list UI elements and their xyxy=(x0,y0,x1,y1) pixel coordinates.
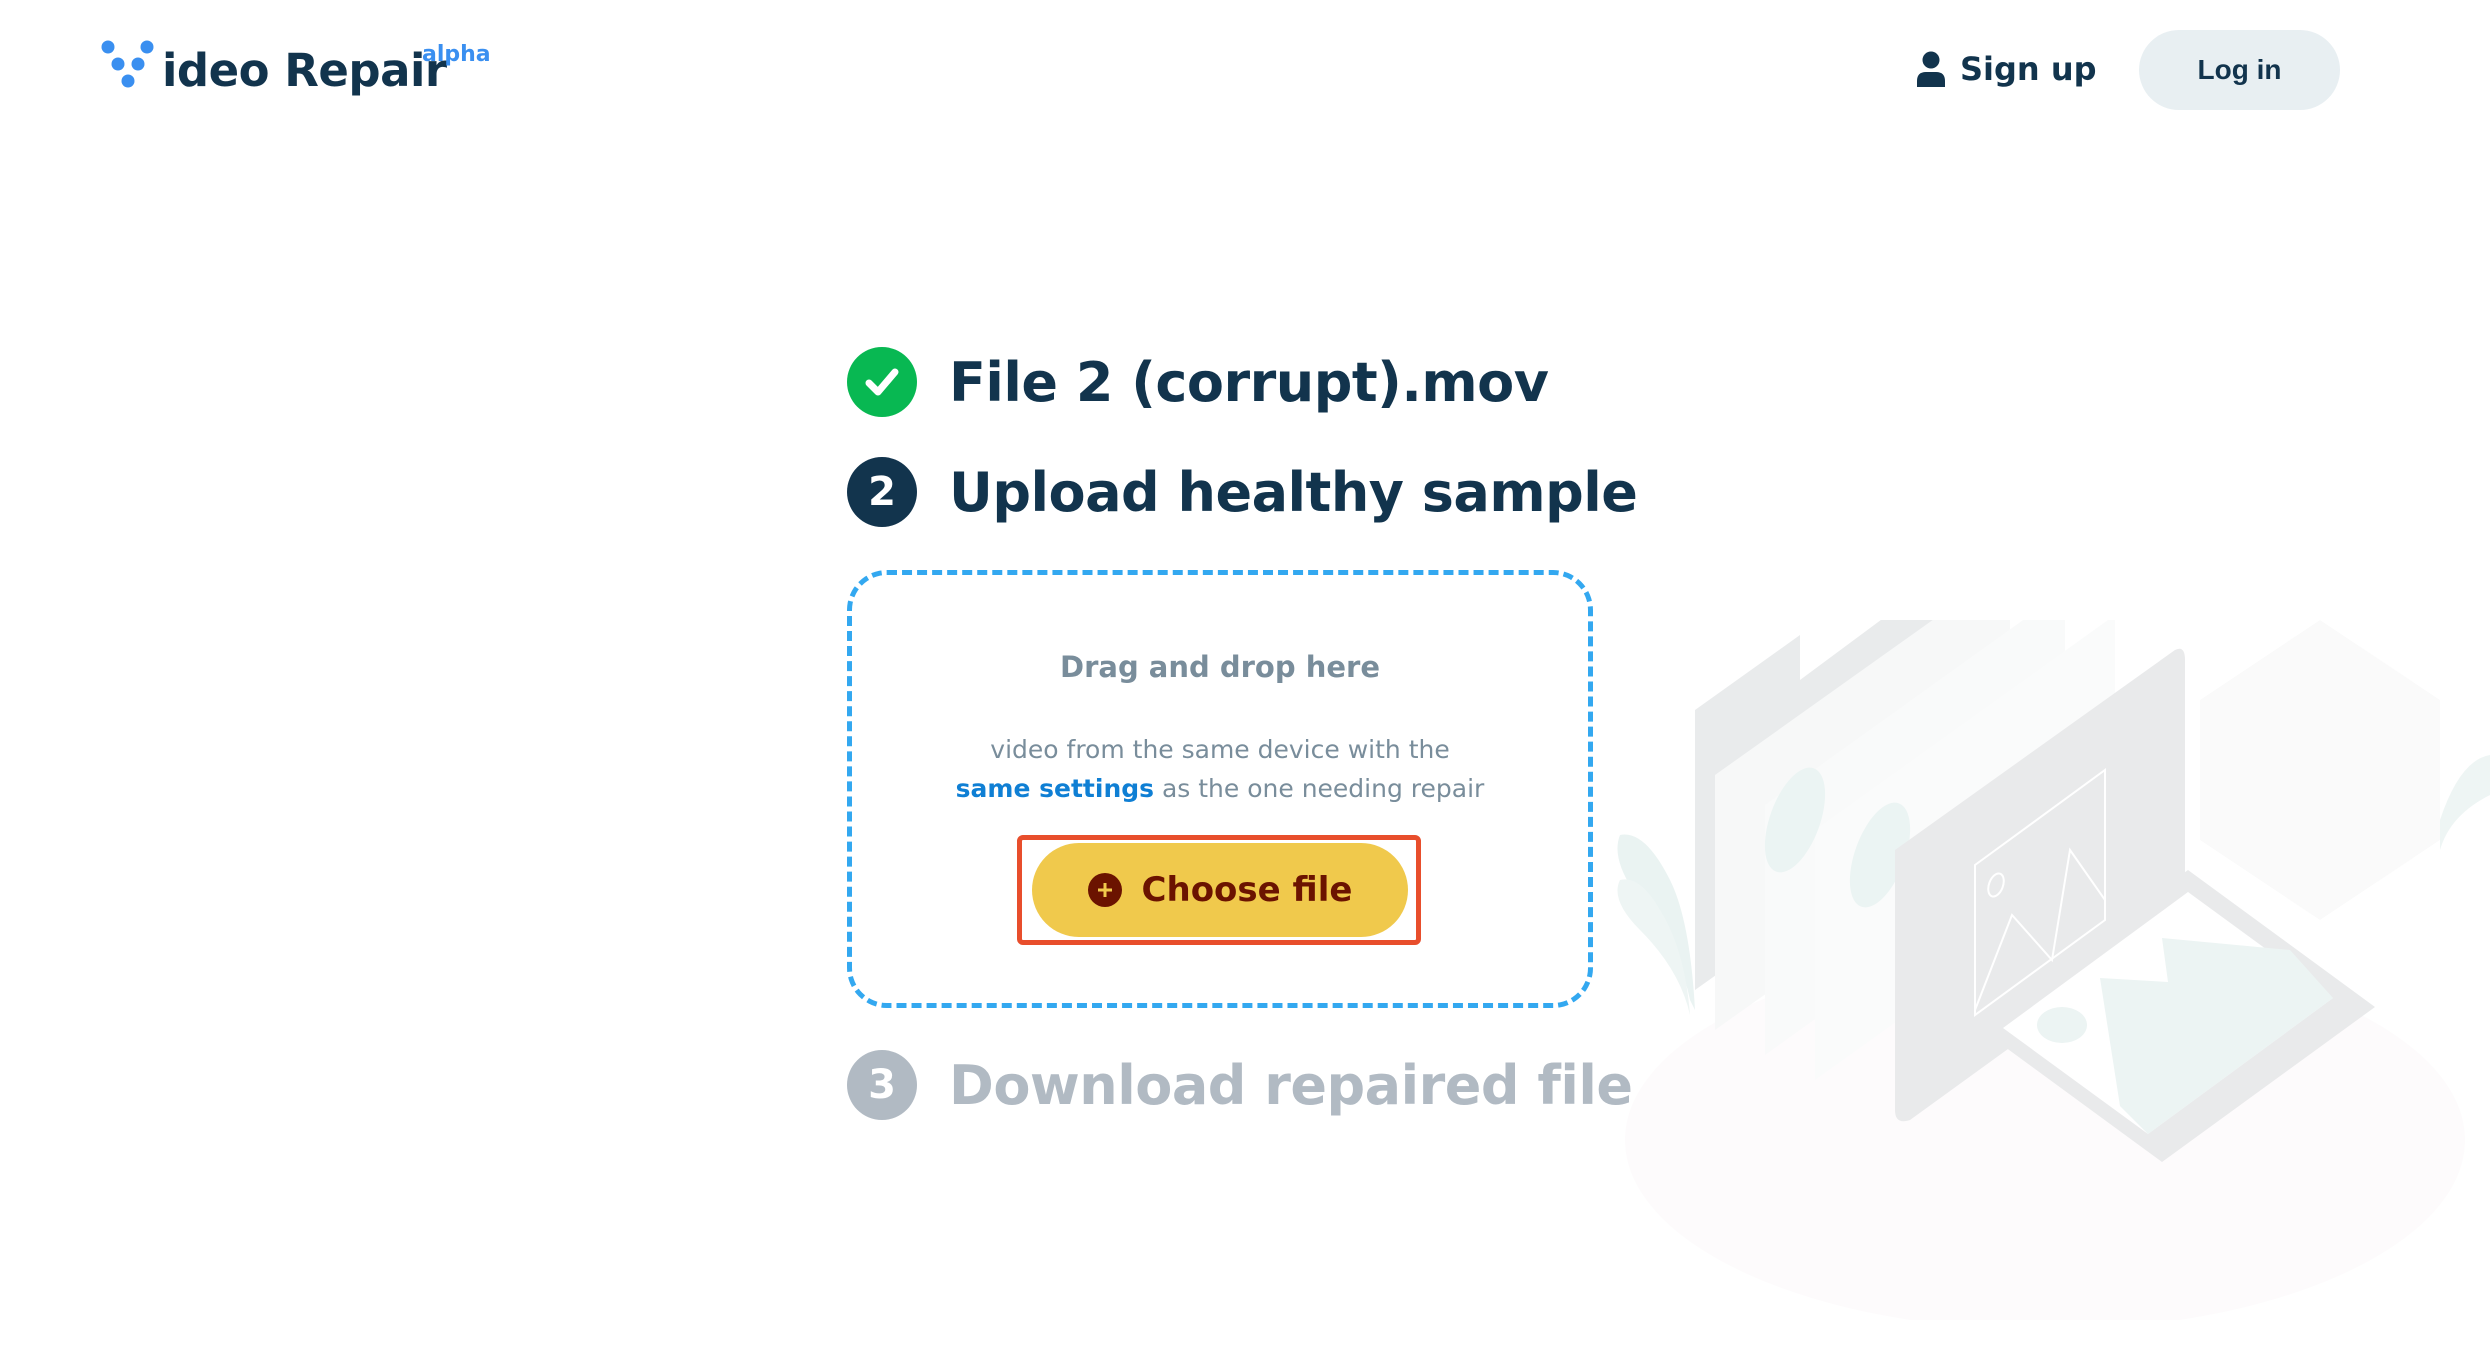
step-3: 3 Download repaired file xyxy=(847,1050,1633,1120)
sign-up-link[interactable]: Sign up xyxy=(1916,44,2097,94)
logo-dots-icon xyxy=(101,40,154,88)
step-number-3: 3 xyxy=(847,1050,917,1120)
description-line-2: as the one needing repair xyxy=(1154,774,1485,803)
step-1: File 2 (corrupt).mov xyxy=(847,347,1549,417)
user-icon xyxy=(1917,51,1945,87)
sign-up-label: Sign up xyxy=(1960,50,2097,88)
drop-zone-description: video from the same device with the same… xyxy=(852,730,1588,808)
check-icon xyxy=(847,347,917,417)
step-2: 2 Upload healthy sample xyxy=(847,457,1638,527)
log-in-button[interactable]: Log in xyxy=(2139,30,2340,110)
description-line-1: video from the same device with the xyxy=(990,735,1450,764)
choose-file-label: Choose file xyxy=(1141,870,1353,910)
plus-circle-icon xyxy=(1087,873,1122,907)
logo-text: ideo Repair xyxy=(162,44,447,97)
drop-zone-title: Drag and drop here xyxy=(1060,650,1380,684)
uploaded-file-name: File 2 (corrupt).mov xyxy=(949,350,1549,414)
step-2-title: Upload healthy sample xyxy=(949,460,1638,524)
same-settings-link[interactable]: same settings xyxy=(956,774,1154,803)
step-number-2: 2 xyxy=(847,457,917,527)
step-3-title: Download repaired file xyxy=(949,1053,1633,1117)
leaf-icon xyxy=(2440,755,2490,850)
choose-file-button[interactable]: Choose file xyxy=(1032,843,1408,937)
alpha-badge: alpha xyxy=(422,42,491,67)
video-files-illustration xyxy=(1617,620,2490,1320)
file-drop-zone[interactable]: Drag and drop here video from the same d… xyxy=(847,570,1593,1008)
box-icon xyxy=(2200,620,2440,920)
